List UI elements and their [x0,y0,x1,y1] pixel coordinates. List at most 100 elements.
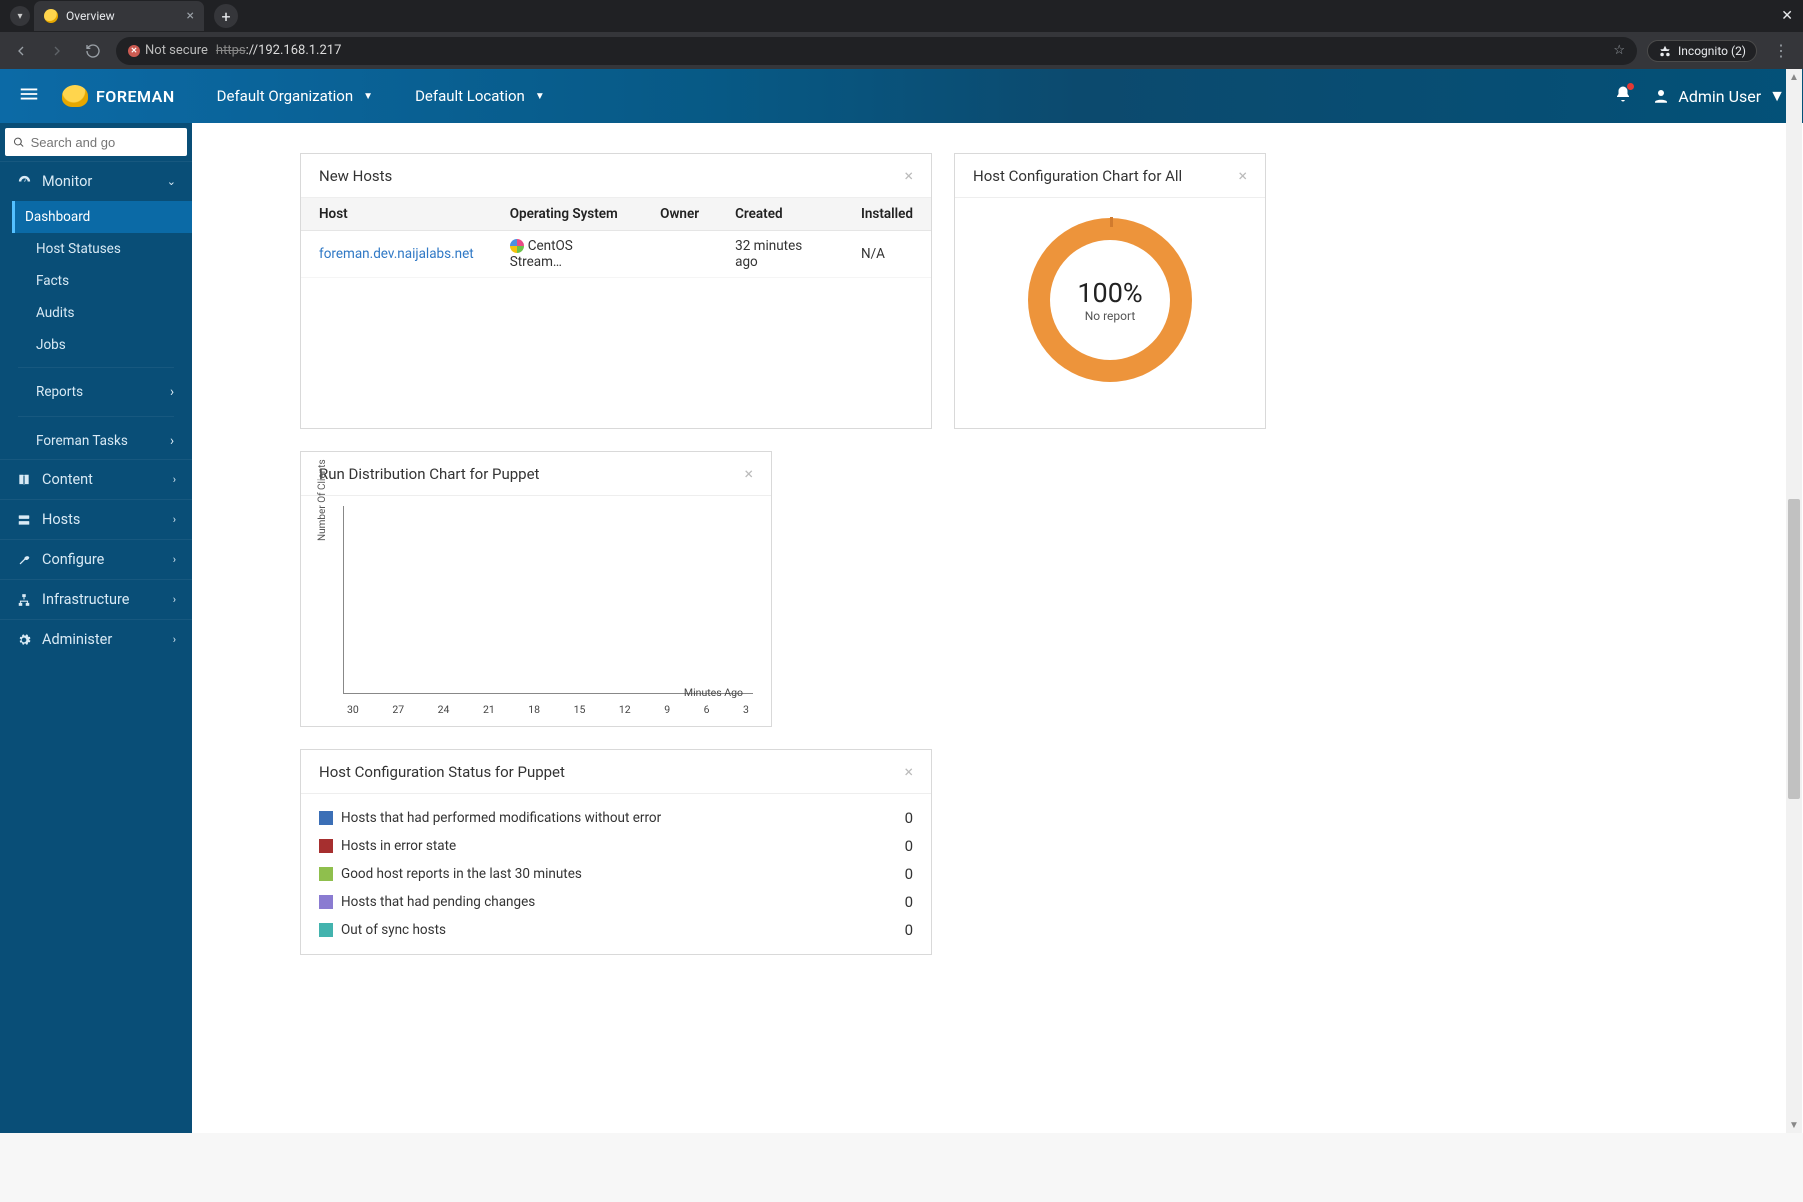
color-swatch-icon [319,811,333,825]
card-header: Host Configuration Status for Puppet × [301,750,931,794]
app-root: FOREMAN Default Organization ▼ Default L… [0,69,1803,1202]
sidebar-label: Administer [42,631,112,648]
table-row[interactable]: foreman.dev.naijalabs.net CentOS Stream…… [301,231,931,278]
x-tick: 27 [392,703,404,716]
browser-menu-icon[interactable]: ⋮ [1767,41,1795,60]
donut-label: No report [1077,309,1142,323]
close-icon[interactable]: × [904,762,913,781]
sidebar-item-monitor[interactable]: Monitor ⌄ [0,161,192,201]
color-swatch-icon [319,923,333,937]
close-icon[interactable]: × [744,464,753,483]
status-count: 0 [905,893,913,911]
cell-installed: N/A [843,231,931,278]
reload-button[interactable] [80,38,106,64]
donut-ring: 100% No report [1028,218,1192,382]
scroll-thumb[interactable] [1788,499,1800,799]
app-body: Monitor ⌄ Dashboard Host Statuses Facts … [0,123,1803,1133]
caret-down-icon: ▼ [535,91,545,102]
incognito-indicator[interactable]: Incognito (2) [1647,40,1757,62]
sidebar-sub-label: Jobs [36,337,66,353]
sidebar-item-infrastructure[interactable]: Infrastructure › [0,579,192,619]
col-created: Created [717,198,843,231]
status-row[interactable]: Hosts in error state0 [319,832,913,860]
host-link[interactable]: foreman.dev.naijalabs.net [319,246,474,262]
scroll-up-icon[interactable]: ▲ [1786,69,1802,85]
new-tab-button[interactable]: + [214,4,238,28]
not-secure-icon: ✕ [128,45,140,57]
close-icon[interactable]: × [904,166,913,185]
sidebar-sub-label: Reports [36,384,83,400]
chevron-right-icon: › [173,513,176,526]
color-swatch-icon [319,895,333,909]
sidebar-toggle[interactable] [18,83,40,109]
status-row[interactable]: Out of sync hosts0 [319,916,913,944]
sidebar-item-foreman-tasks[interactable]: Foreman Tasks› [0,423,192,459]
search-box[interactable] [5,128,187,156]
x-axis-label: Minutes Ago [684,686,743,699]
sidebar-label: Infrastructure [42,591,129,608]
status-list: Hosts that had performed modifications w… [301,794,931,954]
x-tick: 24 [438,703,450,716]
table-header-row: Host Operating System Owner Created Inst… [301,198,931,231]
user-menu[interactable]: Admin User ▼ [1652,86,1785,106]
sidebar-item-administer[interactable]: Administer › [0,619,192,659]
chevron-right-icon: › [170,433,174,449]
incognito-icon [1658,44,1672,58]
x-axis-ticks: 30 27 24 21 18 15 12 9 6 3 [343,703,753,716]
tab-strip: ▾ Overview × + ✕ [0,0,1803,32]
not-secure-label: Not secure [145,43,208,58]
browser-chrome: ▾ Overview × + ✕ ✕ Not secure https://19… [0,0,1803,69]
card-new-hosts: New Hosts × Host Operating System Owner … [300,153,932,429]
tab-title: Overview [66,9,115,23]
x-tick: 3 [743,703,749,716]
sidebar-item-jobs[interactable]: Jobs [0,329,192,361]
sidebar-item-content[interactable]: Content › [0,459,192,499]
sidebar-item-configure[interactable]: Configure › [0,539,192,579]
content-area: New Hosts × Host Operating System Owner … [192,123,1803,1133]
url-text: https://192.168.1.217 [216,43,342,58]
sidebar-label: Monitor [42,173,92,190]
security-indicator[interactable]: ✕ Not secure [128,43,208,58]
x-tick: 12 [619,703,631,716]
status-row[interactable]: Hosts that had pending changes0 [319,888,913,916]
x-tick: 30 [347,703,359,716]
status-row[interactable]: Hosts that had performed modifications w… [319,804,913,832]
book-icon [16,473,32,487]
scrollbar[interactable]: ▲ ▼ [1786,69,1802,1133]
sidebar-item-hosts[interactable]: Hosts › [0,499,192,539]
window-close-icon[interactable]: ✕ [1781,8,1793,24]
org-selector[interactable]: Default Organization ▼ [217,87,373,105]
status-label: Out of sync hosts [341,922,446,938]
close-icon[interactable]: × [1238,166,1247,185]
donut-tick [1110,217,1113,227]
x-tick: 18 [528,703,540,716]
hardhat-icon [62,85,88,107]
caret-down-icon: ▼ [1769,86,1785,106]
sidebar-item-dashboard[interactable]: Dashboard [12,201,192,233]
address-bar[interactable]: ✕ Not secure https://192.168.1.217 ☆ [116,37,1637,65]
tab-list-dropdown[interactable]: ▾ [10,6,30,26]
notifications-button[interactable] [1614,85,1632,107]
user-label: Admin User [1678,87,1761,106]
back-button[interactable] [8,38,34,64]
os-icon [510,239,524,253]
color-swatch-icon [319,867,333,881]
color-swatch-icon [319,839,333,853]
search-input[interactable] [31,135,179,150]
chevron-right-icon: › [173,593,176,606]
sidebar-item-reports[interactable]: Reports› [0,374,192,410]
card-host-config-chart: Host Configuration Chart for All × 100% … [954,153,1266,429]
brand-logo[interactable]: FOREMAN [62,85,175,107]
status-row[interactable]: Good host reports in the last 30 minutes… [319,860,913,888]
forward-button[interactable] [44,38,70,64]
sidebar-item-host-statuses[interactable]: Host Statuses [0,233,192,265]
location-selector[interactable]: Default Location ▼ [415,87,545,105]
scroll-down-icon[interactable]: ▼ [1786,1117,1802,1133]
sidebar-item-audits[interactable]: Audits [0,297,192,329]
sidebar-item-facts[interactable]: Facts [0,265,192,297]
loc-label: Default Location [415,87,525,105]
bookmark-icon[interactable]: ☆ [1613,43,1625,58]
browser-tab[interactable]: Overview × [34,1,204,31]
card-run-distribution: Run Distribution Chart for Puppet × Numb… [300,451,772,727]
close-icon[interactable]: × [187,8,194,24]
